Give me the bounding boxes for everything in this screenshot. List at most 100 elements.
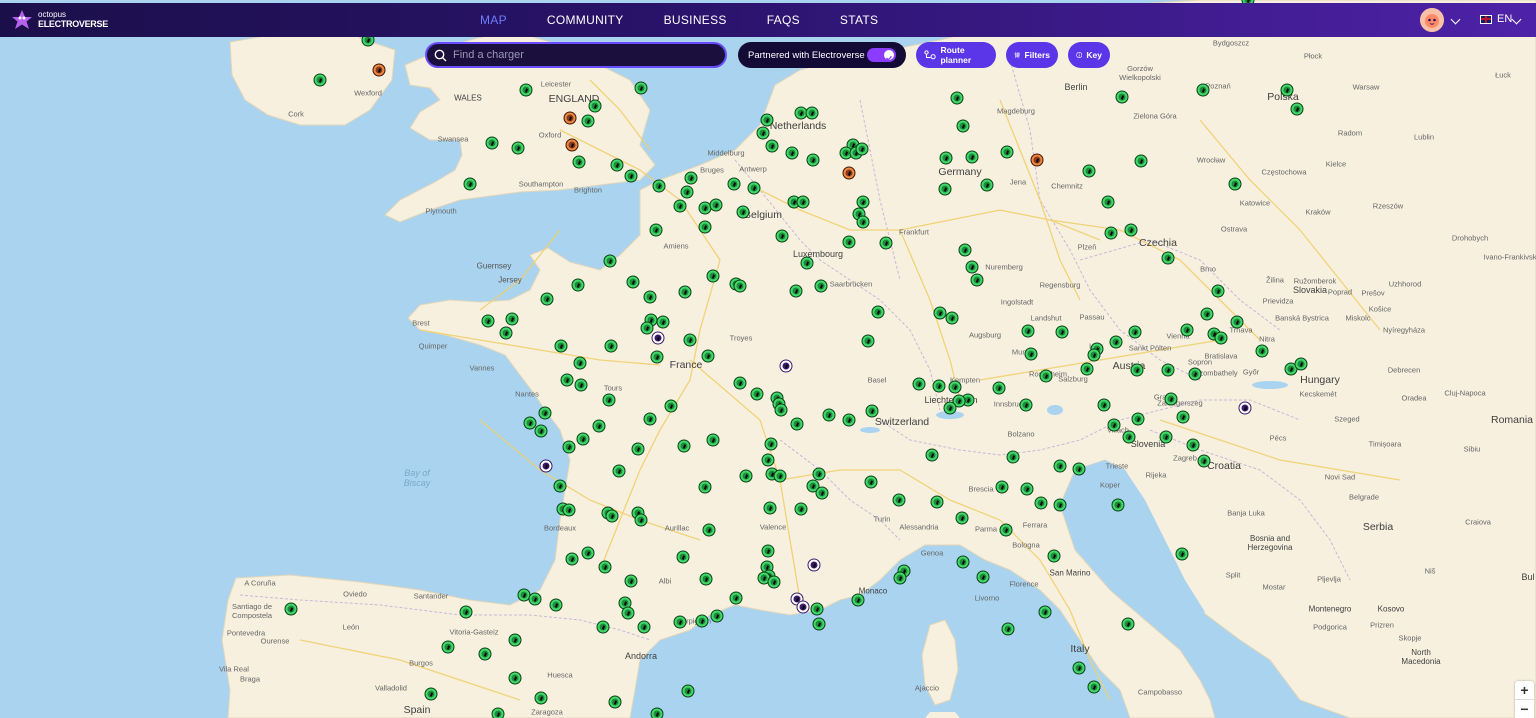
charger-marker[interactable] (574, 357, 586, 369)
charger-marker[interactable] (811, 603, 823, 615)
charger-marker[interactable] (479, 648, 491, 660)
charger-marker[interactable] (1112, 499, 1124, 511)
charger-marker-selected[interactable] (797, 601, 809, 613)
charger-marker[interactable] (1001, 146, 1013, 158)
charger-marker[interactable] (700, 573, 712, 585)
charger-marker[interactable] (512, 142, 524, 154)
charger-marker[interactable] (1215, 332, 1227, 344)
charger-marker[interactable] (1231, 316, 1243, 328)
charger-marker[interactable] (573, 156, 585, 168)
charger-marker[interactable] (711, 610, 723, 622)
charger-marker[interactable] (679, 286, 691, 298)
charger-marker[interactable] (1088, 349, 1100, 361)
charger-marker[interactable] (946, 312, 958, 324)
charger-marker[interactable] (572, 279, 584, 291)
nav-business[interactable]: BUSINESS (664, 13, 727, 27)
charger-marker[interactable] (554, 480, 566, 492)
charger-marker-busy[interactable] (373, 64, 385, 76)
charger-marker[interactable] (1177, 411, 1189, 423)
charger-marker[interactable] (926, 449, 938, 461)
charger-marker[interactable] (774, 470, 786, 482)
charger-marker[interactable] (1073, 662, 1085, 674)
charger-marker[interactable] (1039, 606, 1051, 618)
charger-marker[interactable] (685, 172, 697, 184)
charger-marker[interactable] (1083, 165, 1095, 177)
charger-marker[interactable] (1022, 325, 1034, 337)
charger-marker[interactable] (951, 92, 963, 104)
charger-marker[interactable] (857, 216, 869, 228)
charger-marker[interactable] (563, 504, 575, 516)
charger-marker[interactable] (996, 481, 1008, 493)
charger-marker[interactable] (786, 147, 798, 159)
charger-marker[interactable] (599, 561, 611, 573)
charger-marker[interactable] (843, 414, 855, 426)
charger-marker[interactable] (699, 481, 711, 493)
charger-marker[interactable] (993, 382, 1005, 394)
charger-marker[interactable] (611, 159, 623, 171)
charger-marker[interactable] (1122, 618, 1134, 630)
charger-marker[interactable] (653, 180, 665, 192)
charger-marker[interactable] (500, 327, 512, 339)
charger-marker[interactable] (1116, 91, 1128, 103)
charger-marker[interactable] (638, 621, 650, 633)
charger-marker[interactable] (795, 107, 807, 119)
charger-marker[interactable] (1002, 623, 1014, 635)
charger-marker[interactable] (1056, 326, 1068, 338)
charger-marker[interactable] (566, 553, 578, 565)
charger-marker[interactable] (768, 576, 780, 588)
charger-marker[interactable] (684, 334, 696, 346)
charger-marker[interactable] (957, 120, 969, 132)
charger-marker[interactable] (677, 551, 689, 563)
charger-marker[interactable] (757, 127, 769, 139)
charger-marker-selected[interactable] (540, 460, 552, 472)
charger-marker[interactable] (561, 374, 573, 386)
charger-marker[interactable] (1035, 497, 1047, 509)
charger-marker-selected[interactable] (808, 559, 820, 571)
charger-marker[interactable] (582, 547, 594, 559)
key-button[interactable]: Key (1068, 42, 1110, 68)
charger-marker[interactable] (593, 420, 605, 432)
charger-marker[interactable] (678, 440, 690, 452)
charger-marker[interactable] (939, 183, 951, 195)
account-chevron-down-icon[interactable] (1450, 14, 1461, 25)
charger-marker[interactable] (1088, 681, 1100, 693)
search-input[interactable] (451, 48, 715, 62)
charger-marker[interactable] (625, 170, 637, 182)
charger-marker[interactable] (748, 182, 760, 194)
charger-marker[interactable] (944, 402, 956, 414)
charger-marker[interactable] (1162, 364, 1174, 376)
charger-marker[interactable] (764, 502, 776, 514)
charger-marker[interactable] (816, 487, 828, 499)
charger-marker[interactable] (1081, 363, 1093, 375)
charger-marker[interactable] (518, 589, 530, 601)
charger-marker[interactable] (603, 394, 615, 406)
charger-marker[interactable] (765, 438, 777, 450)
charger-marker[interactable] (823, 409, 835, 421)
filters-button[interactable]: Filters (1006, 42, 1058, 68)
charger-marker[interactable] (696, 615, 708, 627)
charger-marker[interactable] (635, 82, 647, 94)
charger-marker[interactable] (1020, 399, 1032, 411)
charger-marker[interactable] (1110, 336, 1122, 348)
charger-marker[interactable] (734, 377, 746, 389)
charger-marker[interactable] (506, 313, 518, 325)
charger-marker-selected[interactable] (780, 360, 792, 372)
charger-marker[interactable] (1198, 455, 1210, 467)
charger-marker[interactable] (737, 206, 749, 218)
charger-marker[interactable] (806, 107, 818, 119)
charger-marker[interactable] (486, 137, 498, 149)
charger-marker[interactable] (1025, 348, 1037, 360)
charger-marker[interactable] (1197, 84, 1209, 96)
charger-marker[interactable] (651, 351, 663, 363)
charger-marker[interactable] (482, 315, 494, 327)
charger-marker[interactable] (1129, 326, 1141, 338)
charger-marker[interactable] (520, 84, 532, 96)
charger-marker-busy[interactable] (566, 139, 578, 151)
charger-marker[interactable] (856, 143, 868, 155)
charger-marker[interactable] (1131, 364, 1143, 376)
charger-marker[interactable] (1165, 393, 1177, 405)
charger-marker[interactable] (866, 405, 878, 417)
charger-marker[interactable] (728, 178, 740, 190)
charger-marker[interactable] (1132, 413, 1144, 425)
charger-marker[interactable] (464, 178, 476, 190)
